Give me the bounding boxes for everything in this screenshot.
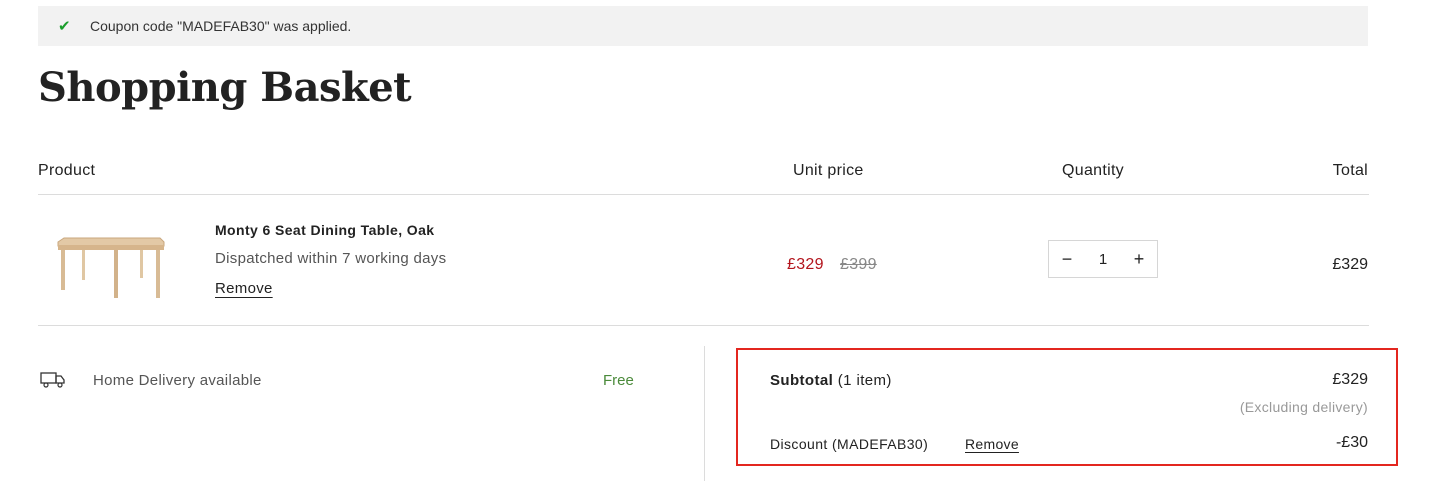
header-divider [38,194,1369,195]
delivery-label: Home Delivery available [93,372,262,389]
header-product: Product [38,162,96,179]
sale-price: £329 [787,256,824,273]
remove-item-link[interactable]: Remove [215,280,273,297]
truck-icon [40,372,65,388]
excluding-delivery-note: (Excluding delivery) [1239,399,1368,415]
original-price: £399 [840,256,877,273]
subtotal-value: £329 [1332,371,1368,388]
row-divider [38,325,1369,326]
quantity-stepper: − 1 + [1048,240,1158,278]
header-quantity: Quantity [1062,162,1124,179]
subtotal-label: Subtotal (1 item) [770,372,892,389]
row-total: £329 [1332,256,1368,273]
page-title: Shopping Basket [38,64,412,111]
discount-value: -£30 [1335,434,1368,451]
check-icon: ✔ [58,18,71,35]
remove-discount-link[interactable]: Remove [965,436,1019,452]
delivery-price: Free [603,372,634,389]
increase-quantity-button[interactable]: + [1121,249,1157,270]
header-total: Total [1332,162,1368,179]
dispatch-info: Dispatched within 7 working days [215,250,447,267]
coupon-notice: ✔ Coupon code "MADEFAB30" was applied. [38,6,1368,46]
header-unit-price: Unit price [793,162,864,179]
coupon-message: Coupon code "MADEFAB30" was applied. [90,18,352,34]
column-divider [704,346,705,481]
product-thumbnail[interactable] [52,228,167,300]
quantity-value[interactable]: 1 [1099,251,1107,268]
subtotal-count: (1 item) [837,372,892,389]
decrease-quantity-button[interactable]: − [1049,249,1085,270]
discount-label: Discount (MADEFAB30) [770,436,929,452]
product-name[interactable]: Monty 6 Seat Dining Table, Oak [215,222,434,238]
